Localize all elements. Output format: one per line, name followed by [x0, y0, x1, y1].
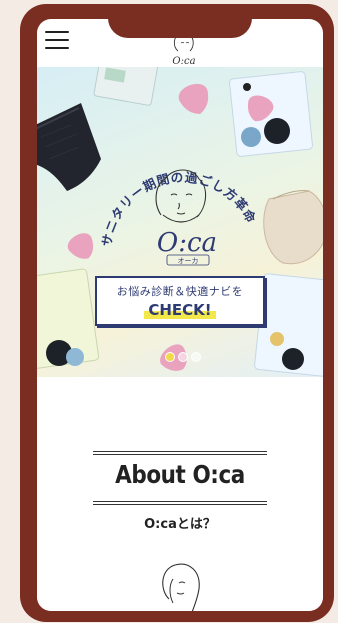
check-cta-button[interactable]: お悩み診断＆快適ナビを CHECK!	[95, 276, 265, 326]
carousel-dot-3[interactable]	[191, 352, 201, 362]
hero-logo: O:ca	[157, 228, 217, 258]
face-sketch-illustration	[162, 563, 200, 611]
phone-notch	[108, 4, 252, 38]
phone-screen: O:ca サニタリー期間の過ごし方革命 O:ca オーカ お悩み診断＆快適ナビを…	[37, 19, 323, 611]
hero-illustration: サニタリー期間の過ごし方革命 O:ca オーカ	[37, 67, 323, 377]
package-bottom-left	[37, 268, 100, 370]
carousel-dots	[165, 352, 201, 362]
title-rule-top	[93, 451, 267, 452]
package-top-right	[229, 71, 313, 157]
about-subtitle: O:caとは？	[144, 517, 216, 532]
drawstring-pouch	[263, 190, 323, 265]
hero-banner[interactable]: サニタリー期間の過ごし方革命 O:ca オーカ お悩み診断＆快適ナビを CHEC…	[37, 67, 323, 377]
underwear-product-image	[37, 103, 101, 191]
menu-bar	[45, 47, 69, 49]
carousel-dot-1[interactable]	[165, 352, 175, 362]
menu-bar	[45, 31, 69, 33]
hamburger-menu-icon[interactable]	[45, 31, 69, 49]
about-section: About O:ca O:caとは？	[37, 377, 323, 611]
cta-line1: お悩み診断＆快適ナビを	[116, 285, 244, 298]
package-top-left	[93, 67, 159, 106]
about-title: About O:ca	[115, 460, 245, 489]
menu-bar	[45, 39, 69, 41]
title-rule-top-2	[93, 454, 267, 455]
hero-logo-sub: オーカ	[178, 257, 199, 265]
title-rule-bottom	[93, 501, 267, 502]
title-rule-bottom-2	[93, 504, 267, 505]
carousel-dot-2[interactable]	[178, 352, 188, 362]
header-logo-text: O:ca	[172, 56, 195, 67]
cta-line2: CHECK!	[144, 301, 216, 319]
